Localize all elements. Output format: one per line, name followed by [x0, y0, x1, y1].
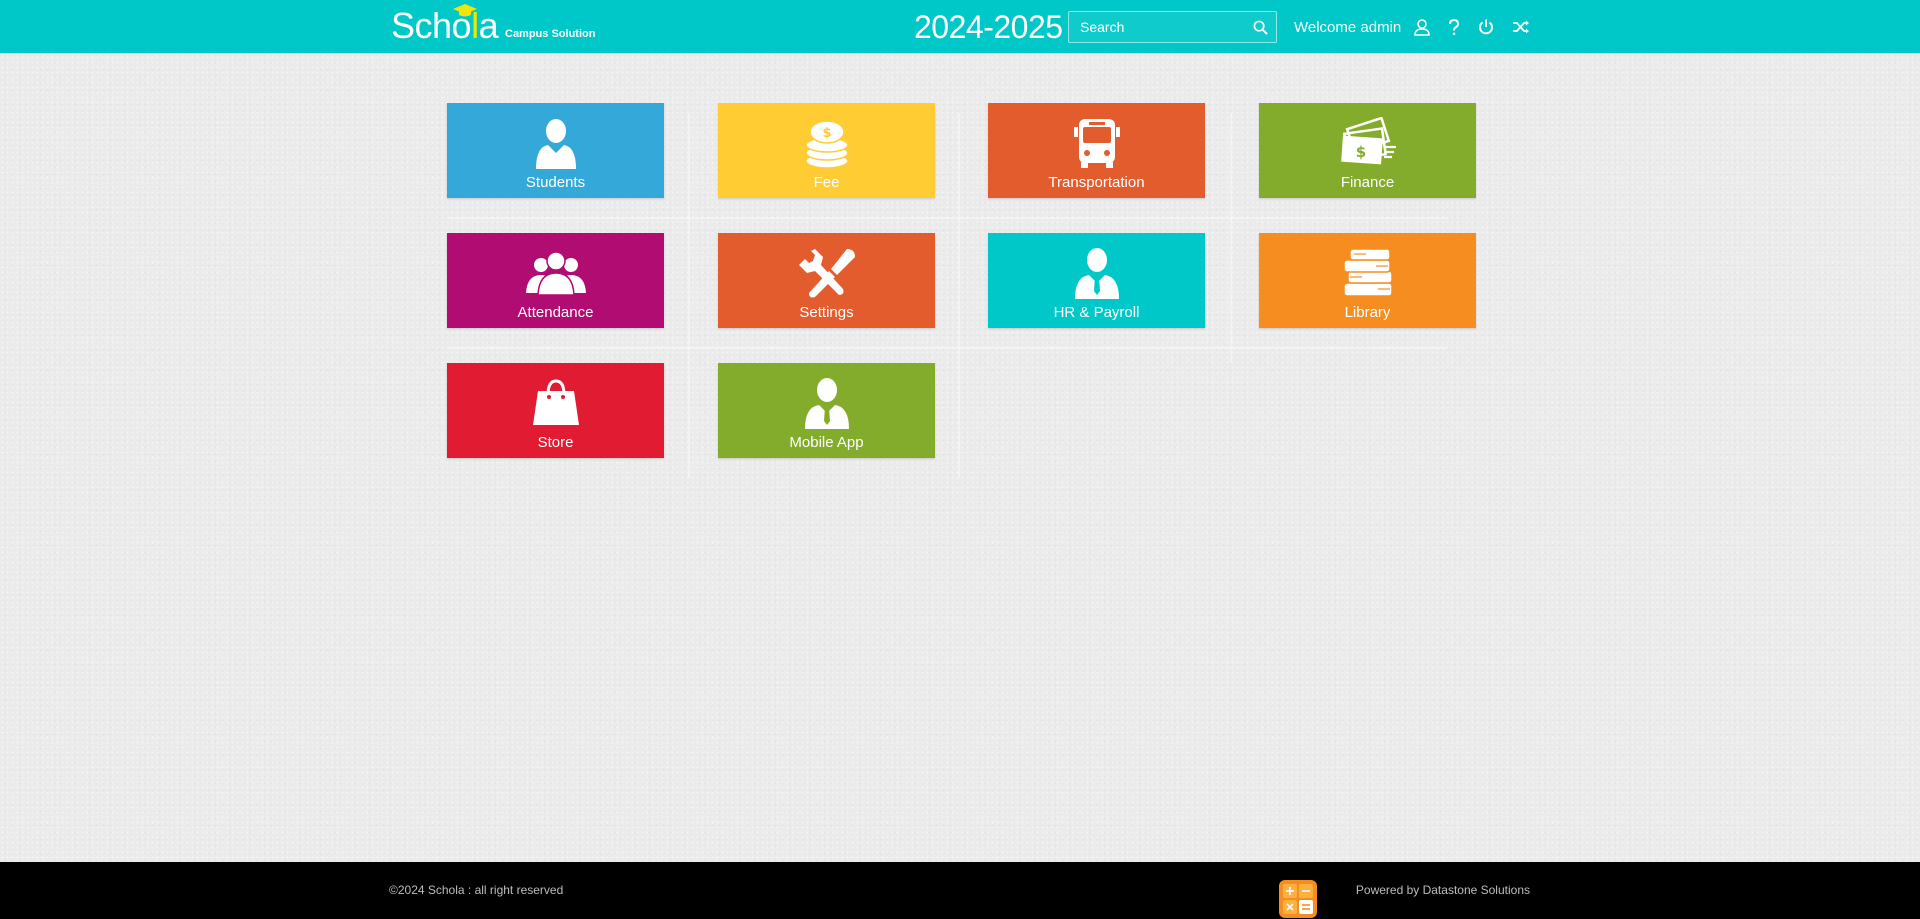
tile-store[interactable]: Store — [447, 363, 664, 458]
help-icon[interactable] — [1445, 18, 1463, 36]
money-icon: $ — [1336, 117, 1400, 169]
tile-label: Settings — [799, 304, 854, 321]
tile-transportation[interactable]: Transportation — [988, 103, 1205, 198]
tile-label: Attendance — [517, 304, 594, 321]
tile-students[interactable]: Students — [447, 103, 664, 198]
group-icon — [524, 247, 588, 299]
logo-subtitle: Campus Solution — [505, 28, 596, 40]
search-input[interactable] — [1069, 12, 1249, 42]
svg-text:$: $ — [822, 126, 831, 141]
student-icon — [524, 117, 588, 169]
footer: ©2024 Schola : all right reserved Powere… — [0, 862, 1920, 919]
tile-label: Transportation — [1048, 174, 1145, 191]
bus-icon — [1065, 117, 1129, 169]
tile-mobile-app[interactable]: Mobile App — [718, 363, 935, 458]
tile-finance[interactable]: $ Finance — [1259, 103, 1476, 198]
search-box — [1068, 11, 1277, 43]
tile-label: Fee — [813, 174, 840, 191]
tile-attendance[interactable]: Attendance — [447, 233, 664, 328]
logo-wordmark: Schola — [391, 5, 499, 46]
tile-label: Library — [1344, 304, 1391, 321]
tile-label: HR & Payroll — [1053, 304, 1140, 321]
tile-settings[interactable]: Settings — [718, 233, 935, 328]
tile-fee[interactable]: $ Fee — [718, 103, 935, 198]
shuffle-icon[interactable] — [1512, 18, 1530, 36]
power-icon[interactable] — [1477, 18, 1495, 36]
tile-label: Mobile App — [789, 434, 864, 451]
welcome-text: Welcome admin — [1294, 19, 1402, 36]
tile-hr-payroll[interactable]: HR & Payroll — [988, 233, 1205, 328]
employee-icon — [1065, 247, 1129, 299]
tile-label: Store — [537, 434, 574, 451]
profile-icon[interactable] — [1413, 18, 1431, 36]
top-header-bar: Schola Campus Solution 2024-2025 Welcome… — [0, 0, 1920, 53]
copyright-text: ©2024 Schola : all right reserved — [389, 883, 564, 897]
svg-text:$: $ — [1355, 143, 1365, 161]
powered-by-text: Powered by Datastone Solutions — [1355, 883, 1530, 897]
shopping-bag-icon — [524, 377, 588, 429]
tile-label: Finance — [1340, 174, 1395, 191]
tile-label: Students — [525, 174, 586, 191]
businessman-icon — [795, 377, 859, 429]
academic-year[interactable]: 2024-2025 — [914, 8, 1063, 46]
tile-library[interactable]: Library — [1259, 233, 1476, 328]
tools-icon — [795, 247, 859, 299]
coins-icon: $ — [795, 117, 859, 169]
search-icon[interactable] — [1253, 20, 1268, 35]
calculator-icon[interactable] — [1279, 880, 1317, 918]
books-icon — [1336, 247, 1400, 299]
